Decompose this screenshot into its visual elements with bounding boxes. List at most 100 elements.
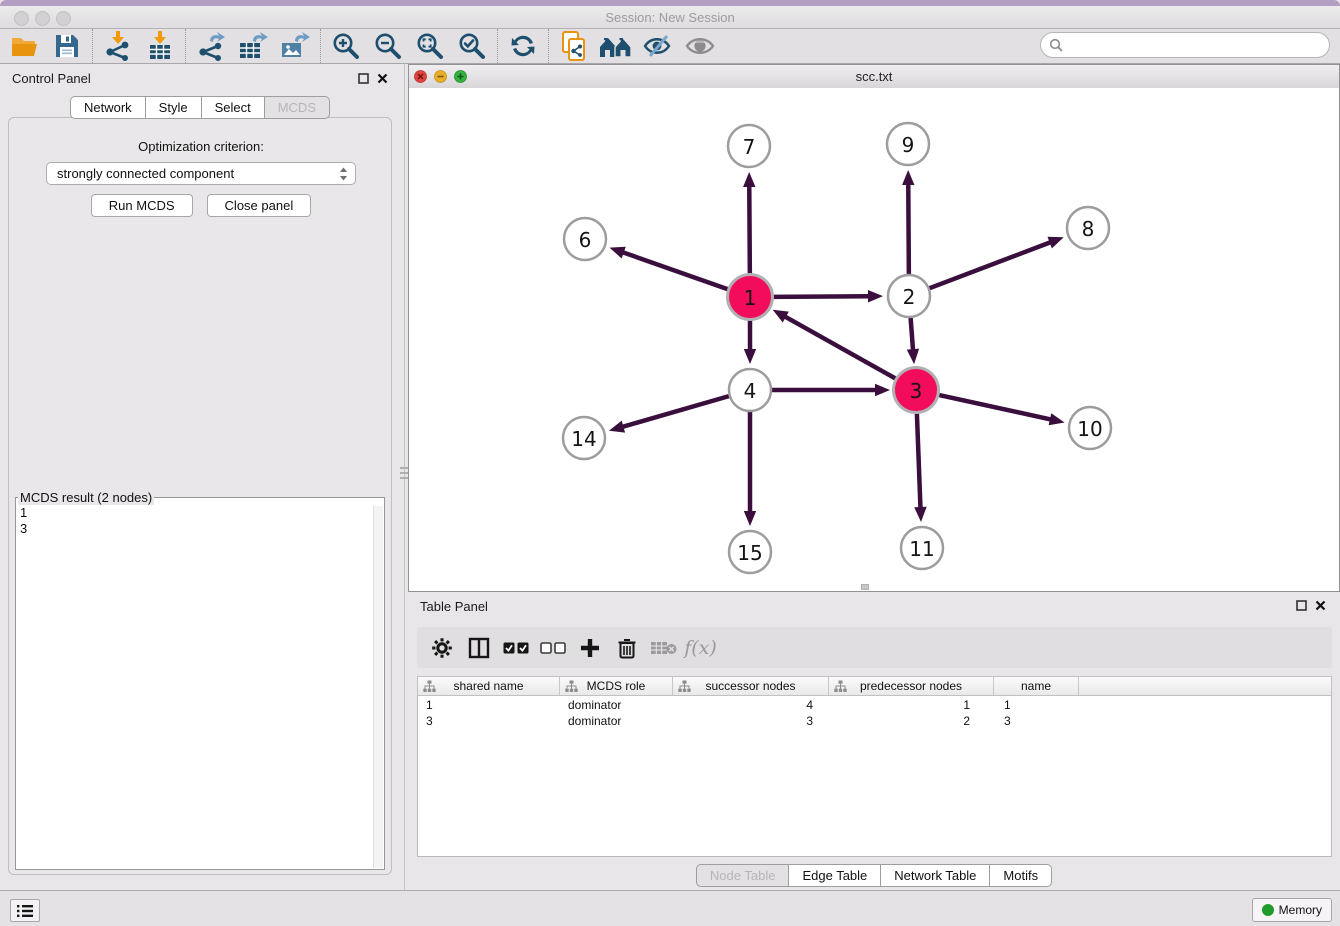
tab-network-table[interactable]: Network Table <box>881 864 990 887</box>
node-label-11: 11 <box>909 537 934 561</box>
import-table-button[interactable] <box>139 29 181 63</box>
cell[interactable]: dominator <box>560 713 673 729</box>
edge-4-14[interactable] <box>621 396 729 427</box>
cell[interactable]: 3 <box>673 713 829 729</box>
search-field-wrap <box>1040 32 1330 58</box>
plus-icon <box>579 637 601 659</box>
tab-network[interactable]: Network <box>70 96 146 119</box>
float-table-panel-icon[interactable] <box>1296 600 1307 611</box>
tab-node-table[interactable]: Node Table <box>696 864 790 887</box>
toolbar-separator <box>92 29 93 63</box>
criterion-select[interactable]: strongly connected component <box>46 162 356 185</box>
column-header-successor-nodes[interactable]: successor nodes <box>673 677 829 695</box>
open-session-button[interactable] <box>4 29 46 63</box>
table-settings-button[interactable] <box>423 630 460 666</box>
run-mcds-button[interactable]: Run MCDS <box>91 194 193 217</box>
memory-status-dot <box>1262 904 1274 916</box>
tab-mcds[interactable]: MCDS <box>265 96 330 119</box>
cell[interactable]: 2 <box>829 713 994 729</box>
toolbar-separator <box>497 29 498 63</box>
column-header-predecessor-nodes[interactable]: predecessor nodes <box>829 677 994 695</box>
edge-arrowhead <box>609 421 625 433</box>
zoom-selected-button[interactable] <box>451 29 493 63</box>
delete-table-button[interactable] <box>645 630 682 666</box>
task-history-button[interactable] <box>10 899 40 922</box>
edge-arrowhead <box>743 172 755 187</box>
select-all-checkbox-button[interactable] <box>497 630 534 666</box>
edge-3-10[interactable] <box>937 395 1052 420</box>
show-columns-button[interactable] <box>460 630 497 666</box>
export-network-button[interactable] <box>190 29 232 63</box>
table-tabbar: Node Table Edge Table Network Table Moti… <box>408 864 1340 887</box>
edge-1-7[interactable] <box>749 184 750 275</box>
hide-panels-button[interactable] <box>637 29 679 63</box>
table-row[interactable]: 1dominator411 <box>418 697 1331 713</box>
cell[interactable]: dominator <box>560 697 673 713</box>
table-header-row: shared nameMCDS rolesuccessor nodesprede… <box>417 676 1332 696</box>
delete-column-button[interactable] <box>608 630 645 666</box>
column-header-MCDS-role[interactable]: MCDS role <box>560 677 673 695</box>
function-builder-button[interactable]: f(x) <box>682 630 719 666</box>
cell[interactable]: 1 <box>418 697 560 713</box>
cell[interactable]: 4 <box>673 697 829 713</box>
close-panel-button[interactable]: Close panel <box>207 194 312 217</box>
import-network-button[interactable] <box>97 29 139 63</box>
column-header-name[interactable]: name <box>994 677 1079 695</box>
home-button[interactable] <box>595 29 637 63</box>
canvas-resize-thumb[interactable] <box>861 584 869 590</box>
zoom-fit-button[interactable] <box>409 29 451 63</box>
cell[interactable]: 3 <box>994 713 1079 729</box>
mcds-result-text: 1 3 <box>20 505 27 537</box>
checked-boxes-icon <box>503 641 529 655</box>
edge-3-1[interactable] <box>783 316 897 380</box>
zoom-selected-icon <box>457 31 487 61</box>
edge-3-11[interactable] <box>917 412 921 510</box>
memory-button[interactable]: Memory <box>1252 898 1332 922</box>
network-graph[interactable]: 7968124314101511 <box>409 88 1339 591</box>
apply-layout-button[interactable] <box>502 29 544 63</box>
select-stepper-icon <box>339 167 348 181</box>
deselect-all-checkbox-button[interactable] <box>534 630 571 666</box>
add-column-button[interactable] <box>571 630 608 666</box>
hide-eye-icon <box>642 33 674 59</box>
cell[interactable]: 1 <box>829 697 994 713</box>
close-panel-icon[interactable] <box>377 73 388 84</box>
cell[interactable]: 3 <box>418 713 560 729</box>
tab-edge-table[interactable]: Edge Table <box>789 864 881 887</box>
toolbar-separator <box>320 29 321 63</box>
edge-2-3[interactable] <box>911 318 914 352</box>
save-session-button[interactable] <box>46 29 88 63</box>
edge-2-8[interactable] <box>930 241 1053 288</box>
zoom-in-icon <box>331 31 361 61</box>
window-titlebar: Session: New Session <box>0 6 1340 29</box>
export-image-button[interactable] <box>274 29 316 63</box>
edge-1-6[interactable] <box>621 252 729 290</box>
edge-1-2[interactable] <box>772 296 871 297</box>
node-label-10: 10 <box>1077 417 1102 441</box>
document-network-icon <box>559 30 589 62</box>
zoom-in-button[interactable] <box>325 29 367 63</box>
tab-style[interactable]: Style <box>146 96 202 119</box>
node-label-1: 1 <box>744 286 757 310</box>
cell[interactable]: 1 <box>994 697 1079 713</box>
node-label-3: 3 <box>910 379 923 403</box>
mcds-result-box: MCDS result (2 nodes) 1 3 <box>15 490 385 870</box>
float-panel-icon[interactable] <box>358 73 369 84</box>
export-table-button[interactable] <box>232 29 274 63</box>
network-window-titlebar[interactable]: scc.txt <box>409 65 1339 89</box>
edge-2-9[interactable] <box>908 182 909 274</box>
network-canvas[interactable]: 7968124314101511 <box>409 88 1339 591</box>
tab-motifs[interactable]: Motifs <box>990 864 1052 887</box>
network-view-window[interactable]: scc.txt 7968124314101511 <box>408 64 1340 592</box>
edge-arrowhead <box>1047 237 1063 249</box>
network-overview-button[interactable] <box>553 29 595 63</box>
close-table-panel-icon[interactable] <box>1315 600 1326 611</box>
edge-arrowhead <box>744 349 756 364</box>
table-row[interactable]: 3dominator323 <box>418 713 1331 729</box>
search-input[interactable] <box>1040 32 1330 58</box>
show-panels-button[interactable] <box>679 29 721 63</box>
result-scrollbar[interactable] <box>373 506 383 868</box>
zoom-out-button[interactable] <box>367 29 409 63</box>
tab-select[interactable]: Select <box>202 96 265 119</box>
column-header-shared-name[interactable]: shared name <box>418 677 560 695</box>
